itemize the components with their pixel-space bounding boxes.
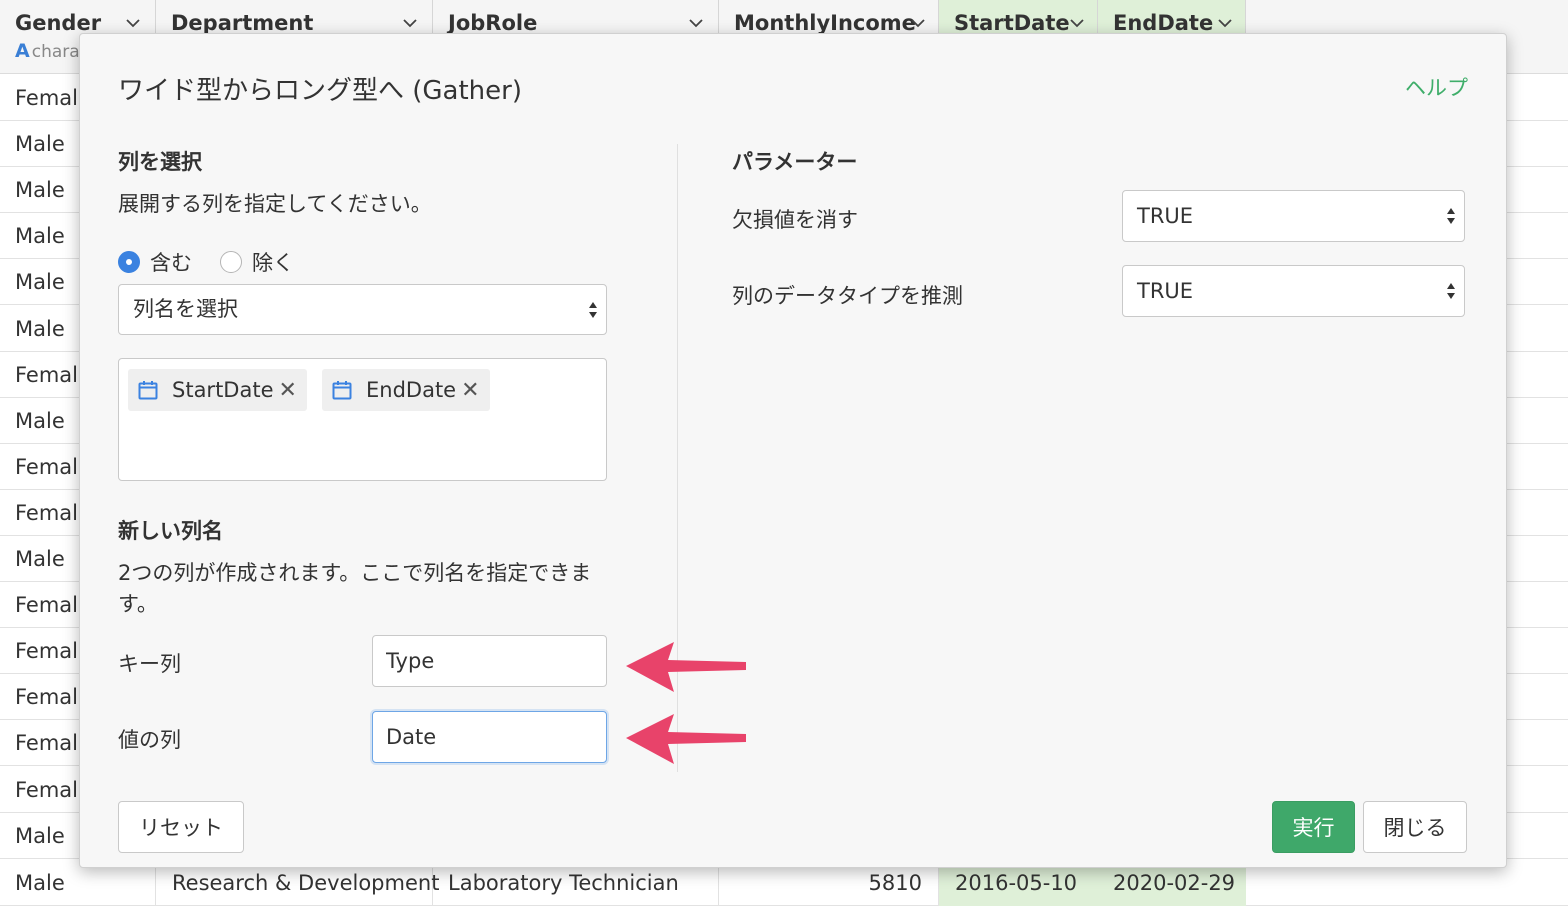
- cell-gender: Male: [15, 178, 65, 202]
- parameters-title: パラメーター: [732, 150, 858, 174]
- select-arrows-icon: [1447, 283, 1455, 299]
- new-columns-title: 新しい列名: [118, 519, 223, 543]
- help-link[interactable]: ヘルプ: [1405, 72, 1468, 102]
- close-icon[interactable]: ✕: [279, 378, 297, 403]
- chevron-down-icon[interactable]: [1069, 16, 1085, 30]
- guess-type-value: TRUE: [1137, 279, 1194, 303]
- chip-label: StartDate: [172, 378, 274, 402]
- annotation-arrow-icon: [626, 714, 746, 764]
- column-select[interactable]: 列名を選択: [118, 284, 607, 335]
- drop-na-select[interactable]: TRUE: [1122, 190, 1465, 242]
- calendar-icon: [332, 381, 352, 400]
- exclude-radio-label[interactable]: 除く: [252, 247, 294, 277]
- close-icon[interactable]: ✕: [461, 378, 479, 403]
- chevron-down-icon[interactable]: [688, 16, 704, 30]
- cell-gender: Male: [15, 224, 65, 248]
- select-arrows-icon: [589, 301, 597, 318]
- chip-label: EndDate: [366, 378, 457, 402]
- column-type: Achara: [15, 40, 80, 62]
- run-button[interactable]: 実行: [1272, 801, 1355, 853]
- cell-gender: Male: [15, 270, 65, 294]
- guess-type-select[interactable]: TRUE: [1122, 265, 1465, 317]
- cell-gender: Male: [15, 824, 65, 848]
- chevron-down-icon[interactable]: [402, 16, 418, 30]
- include-radio[interactable]: [118, 251, 140, 273]
- value-column-label: 値の列: [118, 728, 181, 752]
- cell-gender: Male: [15, 317, 65, 341]
- select-columns-description: 展開する列を指定してください。: [118, 192, 432, 216]
- dialog-title: ワイド型からロング型へ (Gather): [118, 76, 522, 106]
- cell-gender: Male: [15, 409, 65, 433]
- key-column-label: キー列: [118, 652, 181, 676]
- guess-type-label: 列のデータタイプを推測: [732, 284, 963, 308]
- annotation-arrow-icon: [626, 642, 746, 692]
- include-radio-label[interactable]: 含む: [150, 247, 192, 277]
- column-select-placeholder: 列名を選択: [133, 297, 238, 321]
- drop-na-value: TRUE: [1137, 204, 1194, 228]
- key-column-input[interactable]: [372, 635, 607, 687]
- cell-gender: Male: [15, 547, 65, 571]
- reset-button[interactable]: リセット: [118, 801, 244, 853]
- value-column-input[interactable]: [372, 711, 607, 763]
- column-name: Gender: [15, 11, 102, 35]
- column-name: StartDate: [954, 11, 1070, 35]
- chip-startdate: StartDate ✕: [128, 369, 307, 411]
- chevron-down-icon[interactable]: [125, 16, 141, 30]
- column-name: JobRole: [448, 11, 538, 35]
- column-name: EndDate: [1113, 11, 1214, 35]
- select-columns-title: 列を選択: [118, 150, 202, 174]
- calendar-icon: [138, 381, 158, 400]
- chevron-down-icon[interactable]: [1217, 16, 1233, 30]
- new-columns-description: 2つの列が作成されます。ここで列名を指定できます。: [118, 561, 592, 616]
- character-type-icon: A: [15, 40, 30, 62]
- exclude-radio[interactable]: [220, 251, 242, 273]
- selected-columns-box[interactable]: StartDate ✕ EndDate ✕: [118, 358, 607, 481]
- include-exclude-radio-group: 含む 除く: [118, 247, 322, 277]
- close-button[interactable]: 閉じる: [1363, 801, 1467, 853]
- column-name: MonthlyIncome: [734, 11, 916, 35]
- select-arrows-icon: [1447, 208, 1455, 224]
- cell-gender: Male: [15, 132, 65, 156]
- chevron-down-icon[interactable]: [910, 16, 926, 30]
- column-name: Department: [171, 11, 314, 35]
- cell-gender: Male: [15, 871, 65, 895]
- gather-dialog: ワイド型からロング型へ (Gather) ヘルプ 列を選択 展開する列を指定して…: [79, 33, 1507, 868]
- drop-na-label: 欠損値を消す: [732, 208, 858, 232]
- chip-enddate: EndDate ✕: [322, 369, 490, 411]
